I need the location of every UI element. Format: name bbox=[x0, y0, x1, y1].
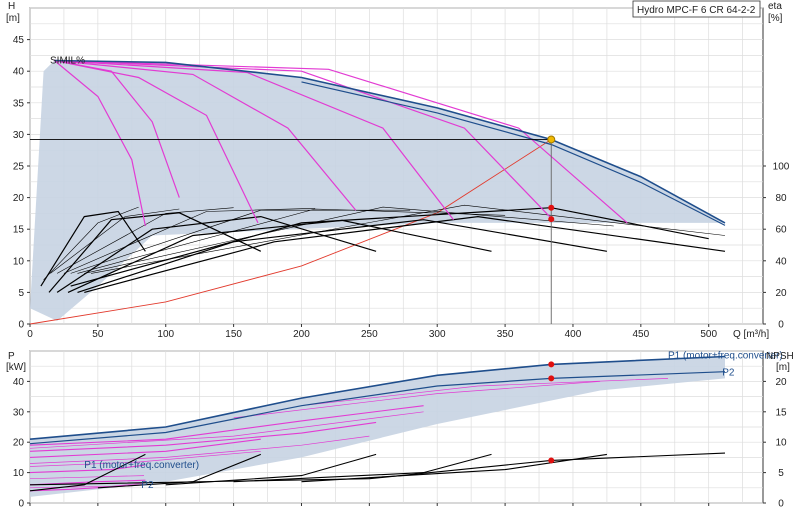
x-tick-label: 100 bbox=[157, 329, 174, 340]
x-tick-label: 150 bbox=[225, 329, 242, 340]
x-tick-label: 250 bbox=[361, 329, 378, 340]
y-tick-label: 20 bbox=[13, 193, 25, 204]
efficiency-point-marker bbox=[548, 216, 555, 223]
chart-title: Hydro MPC-F 6 CR 64-2-2 bbox=[637, 5, 756, 16]
npsh-tick-label: 5 bbox=[778, 468, 784, 479]
head-flow-panel: 0 50 100 150 200 250 300 350 400 450 500 Q [m³/h]05… bbox=[6, 0, 790, 340]
curve-annotation: P2 bbox=[722, 367, 735, 378]
x-tick-label: 350 bbox=[497, 329, 514, 340]
y-tick-label: 5 bbox=[18, 288, 24, 299]
npsh-tick-label: 15 bbox=[775, 407, 787, 418]
x-tick-label: 450 bbox=[632, 329, 649, 340]
y-tick-label: 20 bbox=[13, 438, 25, 449]
duty-point-marker bbox=[548, 457, 555, 464]
eta-tick-label: 40 bbox=[775, 256, 787, 267]
y-axis-label: P bbox=[8, 351, 15, 362]
duty-point-marker bbox=[548, 375, 555, 382]
y-tick-label: 0 bbox=[18, 320, 24, 331]
y-tick-label: 40 bbox=[13, 377, 25, 388]
x-tick-label: 0 bbox=[27, 329, 33, 340]
y-tick-label: 45 bbox=[13, 35, 25, 46]
y-axis-unit: [kW] bbox=[6, 362, 26, 373]
y-axis-unit: [m] bbox=[6, 13, 20, 24]
y-tick-label: 10 bbox=[13, 256, 25, 267]
x-axis-label: Q [m³/h] bbox=[733, 329, 769, 340]
simil-tag: SIMIL% bbox=[50, 55, 85, 66]
eta-tick-label: 100 bbox=[773, 162, 790, 173]
y-tick-label: 0 bbox=[18, 499, 24, 510]
y-tick-label: 30 bbox=[13, 407, 25, 418]
npsh-tick-label: 0 bbox=[778, 499, 784, 510]
y-tick-label: 30 bbox=[13, 130, 25, 141]
eta-axis-label: eta bbox=[768, 1, 782, 12]
y-axis-label: H bbox=[8, 1, 15, 12]
y-tick-label: 10 bbox=[13, 468, 25, 479]
npsh-tick-label: 10 bbox=[775, 438, 787, 449]
eta-tick-label: 0 bbox=[778, 320, 784, 331]
y-tick-label: 15 bbox=[13, 225, 25, 236]
x-tick-label: 300 bbox=[429, 329, 446, 340]
eta-tick-label: 20 bbox=[775, 288, 787, 299]
duty-point-marker bbox=[548, 361, 555, 368]
npsh-axis-label: NPSH bbox=[766, 351, 794, 362]
pump-curve-chart: 0 50 100 150 200 250 300 350 400 450 500 Q [m³/h]05… bbox=[6, 0, 794, 510]
efficiency-point-marker bbox=[548, 204, 555, 211]
eta-axis-unit: [%] bbox=[768, 13, 783, 24]
y-tick-label: 25 bbox=[13, 162, 25, 173]
x-tick-label: 200 bbox=[293, 329, 310, 340]
x-tick-label: 50 bbox=[92, 329, 104, 340]
duty-point-marker bbox=[547, 135, 556, 144]
y-tick-label: 40 bbox=[13, 67, 25, 78]
x-tick-label: 400 bbox=[565, 329, 582, 340]
y-tick-label: 35 bbox=[13, 98, 25, 109]
npsh-tick-label: 20 bbox=[775, 377, 787, 388]
power-npsh-panel: P1 (motor+freq.converter)P2P1 (motor+fre… bbox=[6, 350, 794, 510]
eta-tick-label: 60 bbox=[775, 225, 787, 236]
eta-tick-label: 80 bbox=[775, 193, 787, 204]
x-tick-label: 500 bbox=[700, 329, 717, 340]
npsh-axis-unit: [m] bbox=[776, 362, 790, 373]
curve-annotation: P1 (motor+freq.converter) bbox=[84, 460, 199, 471]
curve-annotation: P2 bbox=[141, 480, 154, 491]
